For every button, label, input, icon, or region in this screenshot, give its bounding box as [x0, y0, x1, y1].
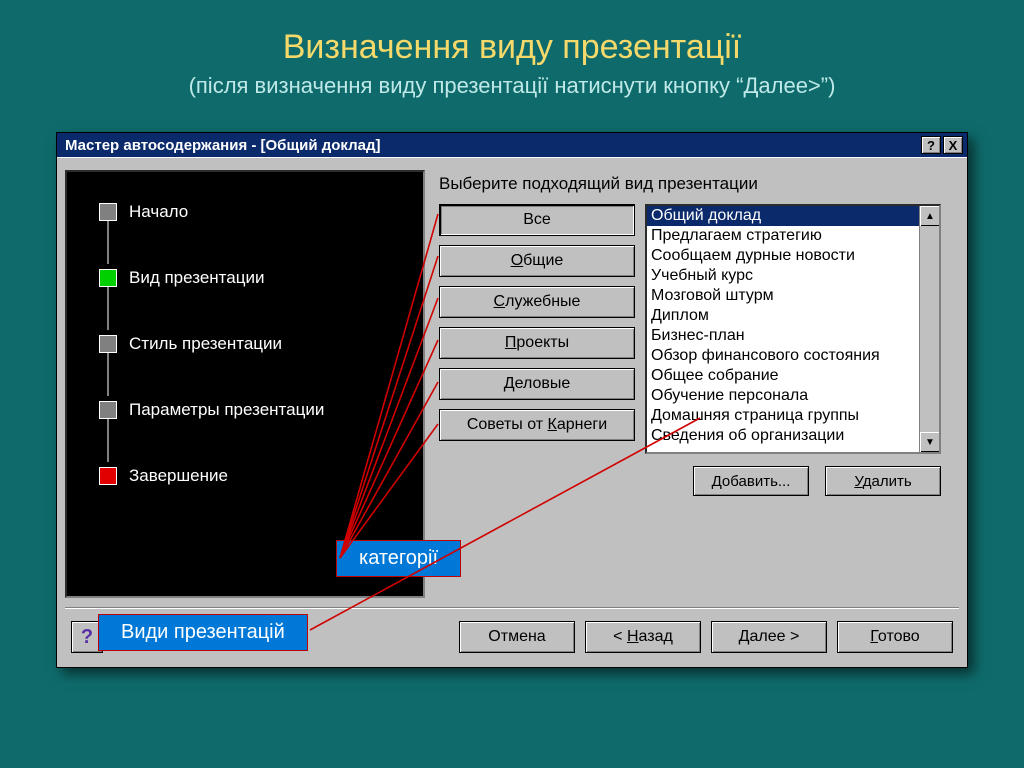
list-item[interactable]: Домашняя страница группы [647, 406, 919, 426]
slide-title: Визначення виду презентації [0, 0, 1024, 67]
next-button[interactable]: Далее > [711, 621, 827, 653]
list-item[interactable]: Общий доклад [647, 206, 919, 226]
category-all-button[interactable]: Все [439, 204, 635, 236]
presentation-list[interactable]: Общий доклад Предлагаем стратегию Сообща… [645, 204, 941, 454]
step-style: Стиль презентации [99, 334, 282, 354]
step-marker-icon [99, 335, 117, 353]
scroll-up-icon[interactable]: ▲ [920, 206, 940, 226]
category-business-button[interactable]: Деловые [439, 368, 635, 400]
list-item[interactable]: Предлагаем стратегию [647, 226, 919, 246]
category-general-button[interactable]: Общие [439, 245, 635, 277]
titlebar: Мастер автосодержания - [Общий доклад] ?… [57, 133, 967, 157]
remove-button[interactable]: Удалить [825, 466, 941, 496]
list-item[interactable]: Сообщаем дурные новости [647, 246, 919, 266]
titlebar-help-button[interactable]: ? [921, 136, 941, 154]
step-marker-icon [99, 467, 117, 485]
list-item[interactable]: Сведения об организации [647, 426, 919, 446]
dialog-body: Начало Вид презентации Стиль презентации… [57, 157, 967, 667]
list-item[interactable]: Обучение персонала [647, 386, 919, 406]
list-item[interactable]: Обзор финансового состояния [647, 346, 919, 366]
list-item[interactable]: Бизнес-план [647, 326, 919, 346]
step-finish: Завершение [99, 466, 228, 486]
callout-categories: категорії [336, 540, 461, 577]
list-item[interactable]: Мозговой штурм [647, 286, 919, 306]
step-start: Начало [99, 202, 188, 222]
wizard-window: Мастер автосодержания - [Общий доклад] ?… [56, 132, 968, 668]
right-pane: Выберите подходящий вид презентации Все … [433, 170, 957, 601]
wizard-steps-panel: Начало Вид презентации Стиль презентации… [65, 170, 425, 598]
step-label: Стиль презентации [129, 334, 282, 354]
prompt-label: Выберите подходящий вид презентации [439, 174, 957, 194]
list-item[interactable]: Общее собрание [647, 366, 919, 386]
callout-types: Види презентацій [98, 614, 308, 651]
cancel-button[interactable]: Отмена [459, 621, 575, 653]
step-label: Завершение [129, 466, 228, 486]
list-item[interactable]: Учебный курс [647, 266, 919, 286]
nav-buttons: Отмена < Назад Далее > Готово [459, 621, 953, 653]
category-buttons: Все Общие Служебные Проекты Деловые Сове… [439, 204, 635, 441]
add-button[interactable]: Добавить... [693, 466, 809, 496]
category-service-button[interactable]: Служебные [439, 286, 635, 318]
category-carnegie-button[interactable]: Советы от Карнеги [439, 409, 635, 441]
step-type: Вид презентации [99, 268, 264, 288]
step-label: Начало [129, 202, 188, 222]
finish-button[interactable]: Готово [837, 621, 953, 653]
list-actions: Добавить... Удалить [645, 466, 941, 496]
step-params: Параметры презентации [99, 400, 324, 420]
step-label: Вид презентации [129, 268, 264, 288]
footer-separator [65, 607, 959, 609]
step-marker-icon [99, 401, 117, 419]
step-label: Параметры презентации [129, 400, 324, 420]
category-projects-button[interactable]: Проекты [439, 327, 635, 359]
titlebar-close-button[interactable]: X [943, 136, 963, 154]
slide-subtitle: (після визначення виду презентації натис… [0, 73, 1024, 99]
step-marker-icon [99, 269, 117, 287]
list-item[interactable]: Диплом [647, 306, 919, 326]
step-marker-icon [99, 203, 117, 221]
scrollbar[interactable]: ▲ ▼ [919, 206, 939, 452]
back-button[interactable]: < Назад [585, 621, 701, 653]
scroll-down-icon[interactable]: ▼ [920, 432, 940, 452]
window-title: Мастер автосодержания - [Общий доклад] [65, 137, 919, 154]
